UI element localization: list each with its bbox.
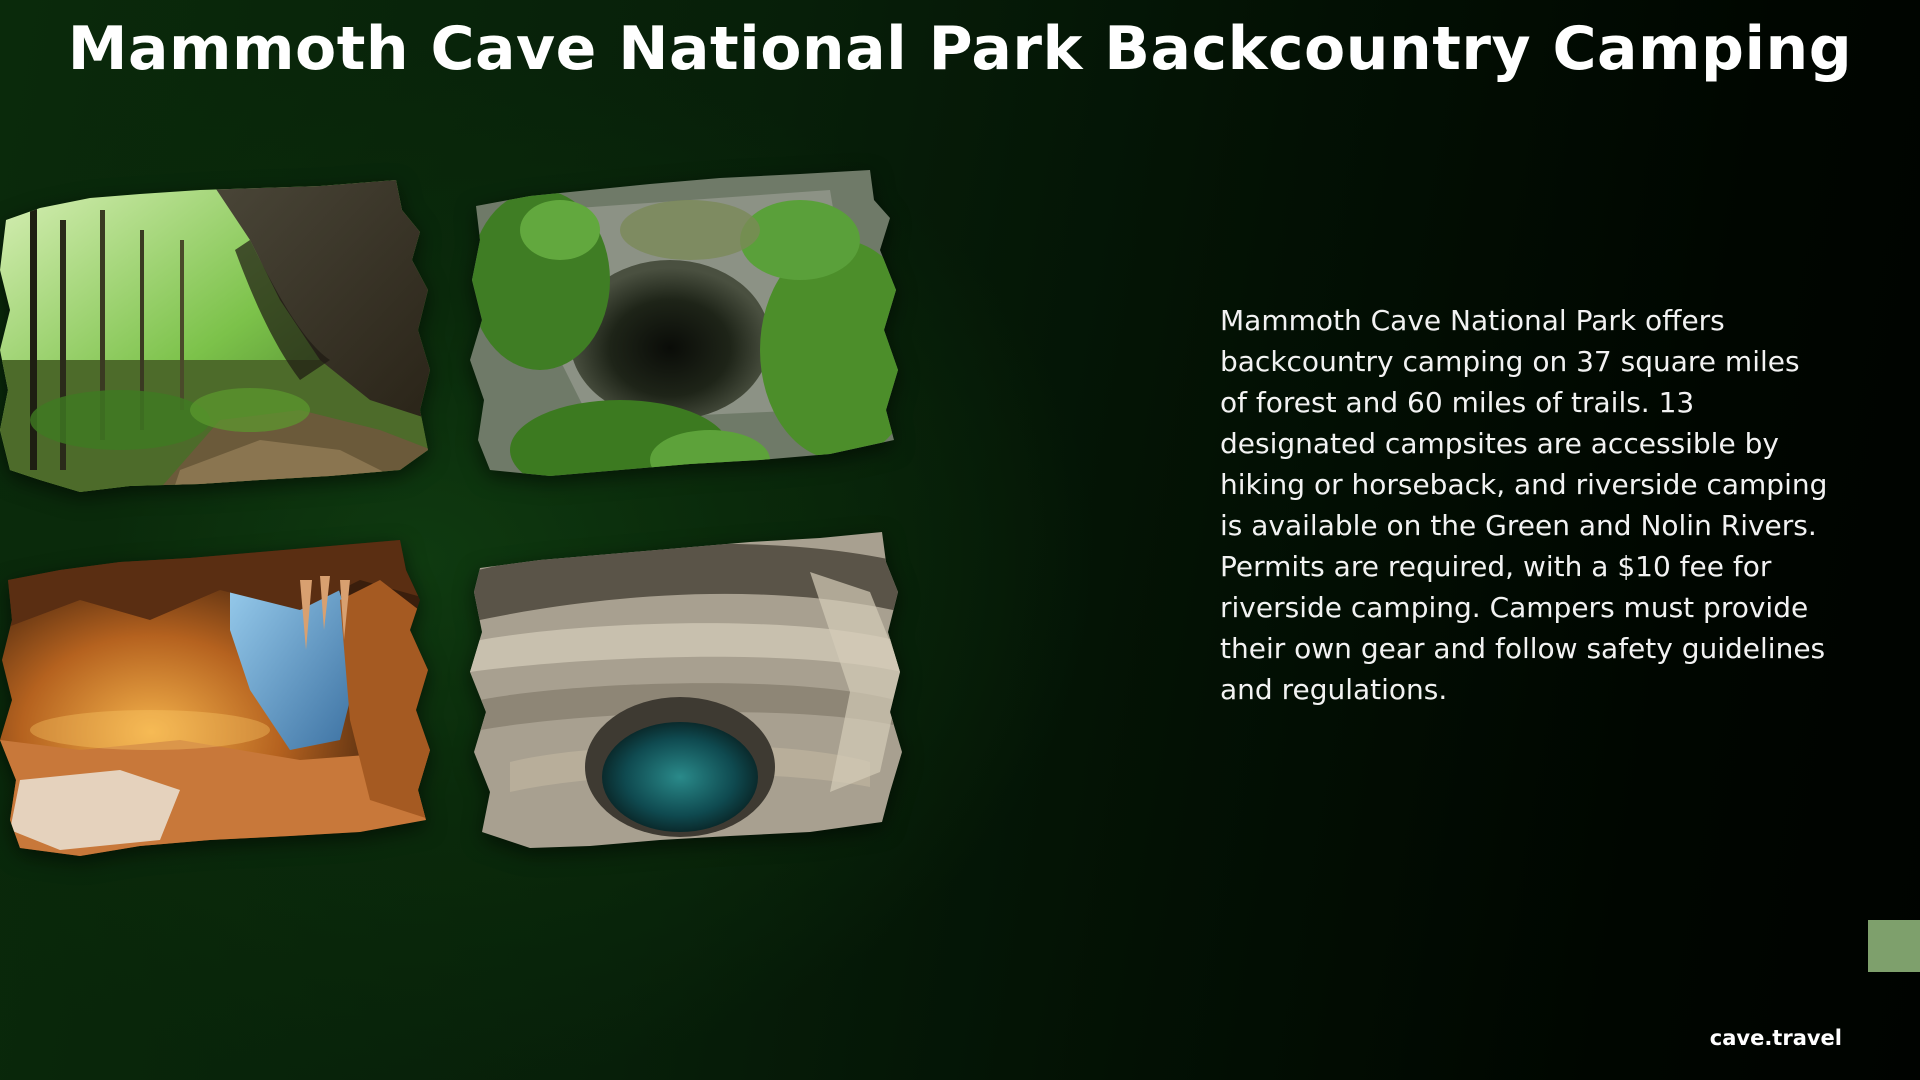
sinkhole-forest-photo [470, 170, 902, 490]
forest-cave-entrance-photo [0, 180, 432, 500]
photo-grid [0, 170, 910, 870]
accent-square [1868, 920, 1920, 972]
slide-title: Mammoth Cave National Park Backcountry C… [67, 14, 1853, 84]
site-label[interactable]: cave.travel [1710, 1026, 1842, 1050]
body-text: Mammoth Cave National Park offers backco… [1220, 304, 1828, 706]
limestone-pit-pool-photo [470, 532, 902, 852]
lit-cave-interior-photo [0, 540, 432, 860]
